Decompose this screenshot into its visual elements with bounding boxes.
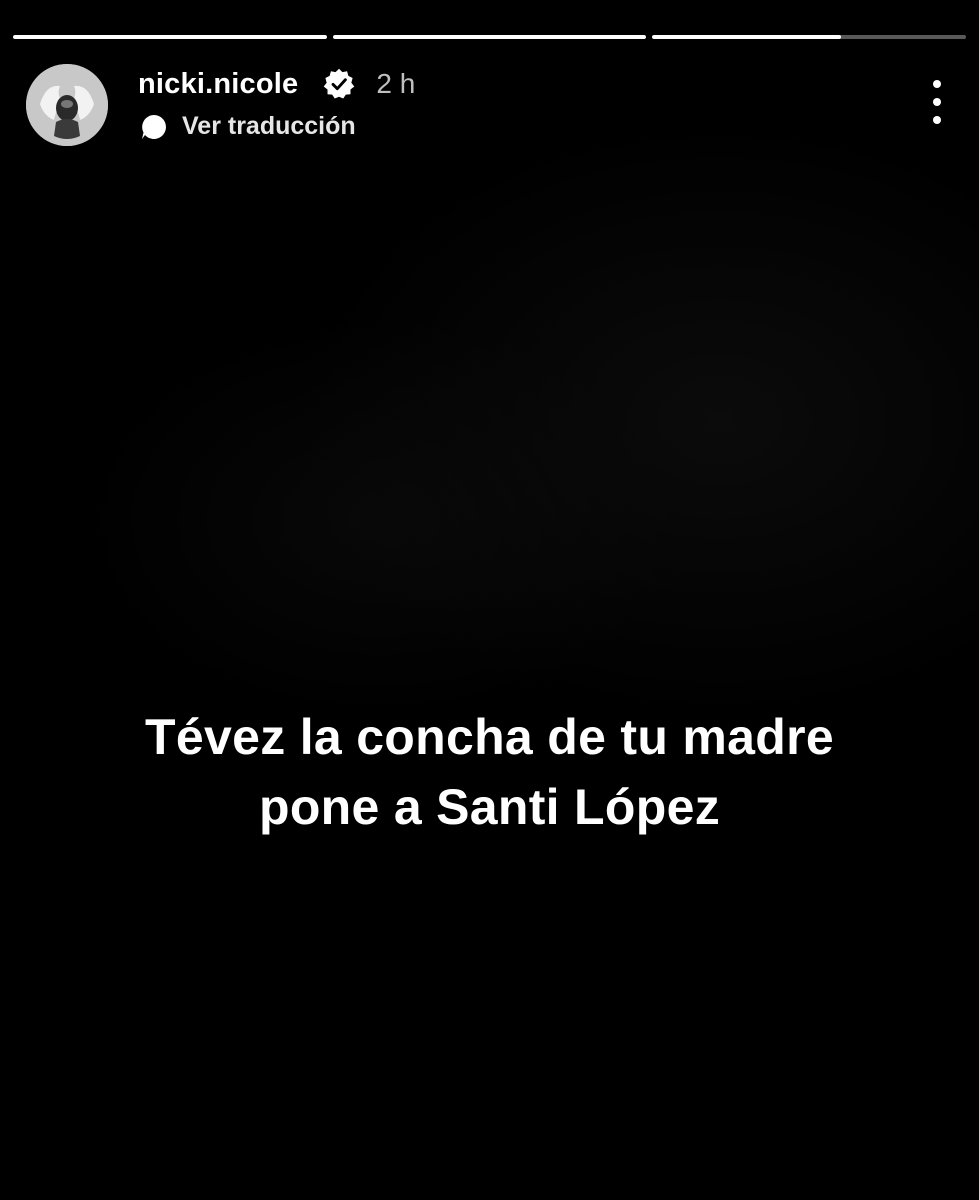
see-translation-label: Ver traducción [182,112,356,140]
progress-fill [332,35,647,39]
caption-line-1: Tévez la concha de tu madre [145,709,834,765]
verified-badge-icon [324,68,355,99]
username-row: nicki.nicole 2 h [138,66,415,102]
avatar-image [26,64,108,146]
caption-line-2: pone a Santi López [259,779,720,835]
progress-segment [332,35,647,39]
username[interactable]: nicki.nicole [138,68,298,101]
progress-segment [652,35,967,39]
chat-bubble-icon [142,114,166,139]
story-caption: Tévez la concha de tu madre pone a Santi… [40,702,939,842]
more-vertical-icon [933,98,941,106]
avatar[interactable] [26,64,108,146]
story-background [0,0,979,1200]
see-translation-button[interactable]: Ver traducción [140,112,356,141]
more-vertical-icon [933,116,941,124]
more-vertical-icon [933,80,941,88]
story-header: nicki.nicole 2 h Ver traducción [26,64,949,146]
progress-fill [13,35,327,39]
more-options-button[interactable] [925,80,949,124]
story-viewer[interactable]: nicki.nicole 2 h Ver traducción Tévez la… [0,0,979,1200]
progress-fill [652,35,841,39]
story-progress-bar [13,35,967,39]
post-time: 2 h [376,68,416,99]
progress-segment [13,35,327,39]
